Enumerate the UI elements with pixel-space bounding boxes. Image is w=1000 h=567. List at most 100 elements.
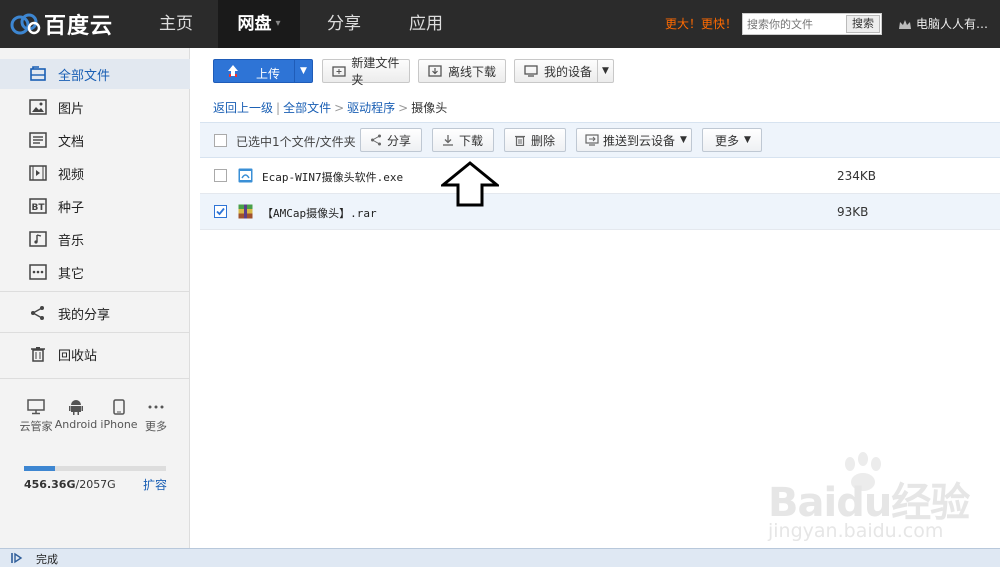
baidu-cloud-logo[interactable]: 百度云 [8,9,113,39]
push-device-icon [585,133,599,147]
download-label: 下载 [459,133,484,148]
sidebar-item-label: 种子 [58,200,85,216]
chevron-down-icon: ▼ [680,135,687,145]
sidebar-item-videos[interactable]: 视频 [0,158,190,188]
android-icon [54,396,98,418]
baidu-jingyan-watermark: Baidu经验 jingyan.baidu.com [760,452,990,552]
sidebar-item-others[interactable]: 其它 [0,257,190,287]
more-dots-icon [28,263,48,281]
push-to-cloud-device-label: 推送到云设备 [603,133,676,148]
chevron-down-icon[interactable]: ▼ [597,60,613,82]
sidebar-divider [0,378,190,379]
nav-home-label: 主页 [159,14,193,34]
nav-apps[interactable]: 应用 [398,0,454,48]
image-icon [28,98,48,116]
browser-status-bar: 完成 [0,548,1000,567]
device-desktop[interactable]: 云管家 [14,396,58,434]
select-all-checkbox[interactable] [214,134,227,147]
breadcrumb-driver[interactable]: 驱动程序 [347,101,395,115]
search-box: 搜索 [742,13,882,35]
top-navigation-bar: 百度云 主页 网盘▾ 分享 应用 更大！更快！ 搜索 电脑人人有… [0,0,1000,48]
new-folder-icon [331,64,346,78]
breadcrumb-separator: > [334,101,345,115]
more-actions-button[interactable]: 更多 ▼ [702,128,762,152]
bt-icon: BT [28,197,48,215]
search-button[interactable]: 搜索 [846,15,880,33]
folder-icon [28,65,48,83]
nav-share[interactable]: 分享 [315,0,373,48]
offline-download-label: 离线下载 [448,64,497,79]
breadcrumb-back[interactable]: 返回上一级 [213,101,273,115]
sidebar: 全部文件 图片 文档 视频 BT 种子 音乐 其它 我的分享 回收站 云管家 A… [0,48,190,548]
sidebar-divider [0,332,190,333]
sidebar-item-label: 视频 [58,167,85,183]
file-row[interactable]: 【AMCap摄像头】.rar 93KB [200,194,1000,230]
document-icon [28,131,48,149]
nav-apps-label: 应用 [409,14,443,34]
download-icon [441,133,455,147]
breadcrumb-all-files[interactable]: 全部文件 [283,101,331,115]
device-android[interactable]: Android [54,396,98,431]
sidebar-item-my-shares[interactable]: 我的分享 [0,298,190,328]
sidebar-item-label: 我的分享 [58,307,111,323]
user-name: 电脑人人有… [916,17,989,31]
storage-quota-fill [24,466,56,471]
quota-total: /2057G [75,478,116,491]
device-more[interactable]: 更多 [134,396,178,434]
promo-link[interactable]: 更大！更快！ [665,0,737,48]
storage-quota-text: 456.36G/2057G [24,478,116,491]
sidebar-item-torrents[interactable]: BT 种子 [0,191,190,221]
watermark-sub-text: jingyan.baidu.com [768,520,944,542]
file-checkbox[interactable] [214,169,227,182]
cloud-logo-icon [10,13,41,35]
share-icon [28,304,48,322]
sidebar-item-images[interactable]: 图片 [0,92,190,122]
video-icon [28,164,48,182]
breadcrumb-current: 摄像头 [411,101,448,115]
sidebar-item-documents[interactable]: 文档 [0,125,190,155]
share-button[interactable]: 分享 [360,128,422,152]
share-label: 分享 [387,133,412,148]
sidebar-item-label: 文档 [58,134,85,150]
checkmark-icon [216,207,225,216]
breadcrumb-separator: > [398,101,409,115]
search-input[interactable] [743,14,847,34]
file-name[interactable]: Ecap-WIN7摄像头软件.exe [262,169,403,185]
sidebar-item-recycle-bin[interactable]: 回收站 [0,339,190,369]
nav-netdisk-label: 网盘 [237,14,272,34]
upload-label: 上传 [256,67,281,81]
sidebar-item-label: 图片 [58,101,85,117]
crown-icon [899,19,911,29]
file-size: 93KB [837,205,869,219]
nav-netdisk[interactable]: 网盘 ▾ [218,0,300,48]
nav-home[interactable]: 主页 [150,0,202,48]
file-checkbox-checked[interactable] [214,205,227,218]
nav-share-label: 分享 [327,14,361,34]
my-devices-button[interactable]: 我的设备 ▼ [514,59,614,83]
breadcrumb: 返回上一级 | 全部文件 > 驱动程序 > 摄像头 [213,99,447,116]
push-to-cloud-device-button[interactable]: 推送到云设备 ▼ [576,128,692,152]
sidebar-item-all-files[interactable]: 全部文件 [0,59,190,89]
new-folder-button[interactable]: 新建文件夹 [322,56,410,87]
offline-download-icon [427,64,443,78]
download-button[interactable]: 下载 [432,128,494,152]
music-icon [28,230,48,248]
device-label: 更多 [145,420,167,433]
expand-storage-link[interactable]: 扩容 [143,476,167,493]
sidebar-item-label: 其它 [58,266,85,282]
file-row[interactable]: Ecap-WIN7摄像头软件.exe 234KB [200,158,1000,194]
page-status-icon [11,552,23,564]
more-dots-icon [134,396,178,418]
user-menu[interactable]: 电脑人人有… [898,0,988,48]
upload-dropdown-chevron-icon[interactable]: ▼ [294,60,312,82]
storage-quota-bar [24,466,166,471]
sidebar-item-label: 音乐 [58,233,85,249]
delete-button[interactable]: 删除 [504,128,566,152]
device-links: 云管家 Android iPhone 更多 [14,396,179,436]
file-name[interactable]: 【AMCap摄像头】.rar [262,205,377,221]
offline-download-button[interactable]: 离线下载 [418,59,506,83]
sidebar-item-music[interactable]: 音乐 [0,224,190,254]
logo-text: 百度云 [44,14,114,39]
status-text: 完成 [36,553,58,566]
upload-button[interactable]: 上传 ▼ [213,59,313,83]
